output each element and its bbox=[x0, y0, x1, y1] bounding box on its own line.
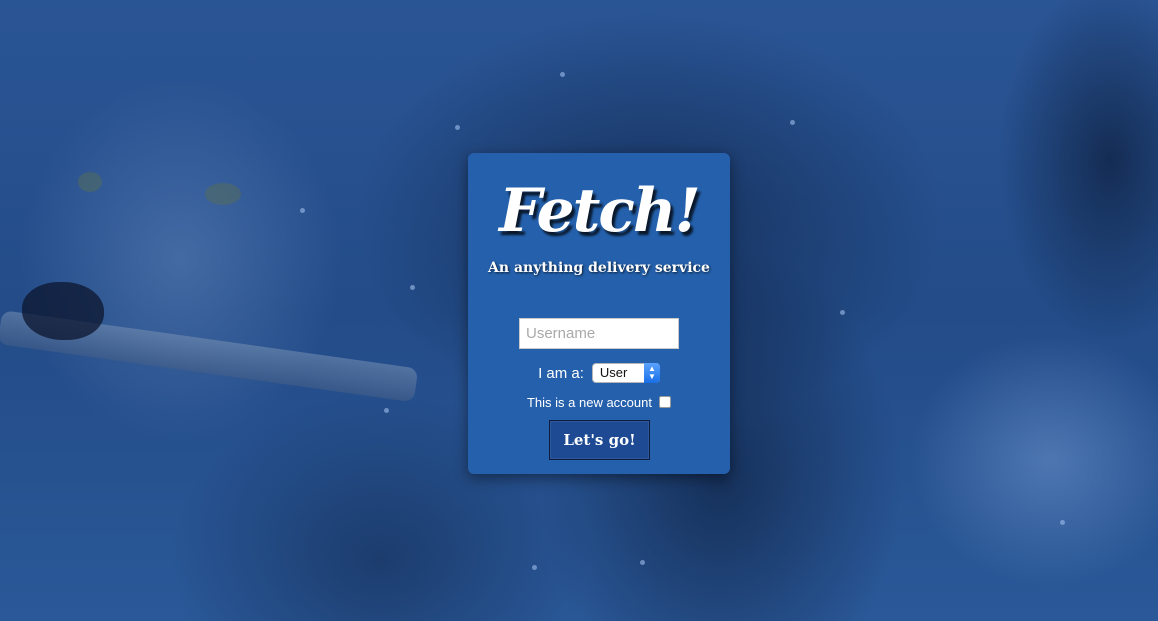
username-input[interactable] bbox=[519, 318, 679, 349]
role-row: I am a: User ▲ ▼ bbox=[468, 362, 730, 384]
select-arrows-icon: ▲ ▼ bbox=[643, 363, 660, 383]
new-account-label: This is a new account bbox=[526, 394, 652, 410]
submit-button[interactable]: Let's go! bbox=[549, 420, 650, 460]
background-snowflake bbox=[532, 565, 537, 570]
role-select-value: User bbox=[599, 365, 628, 380]
background-snowflake bbox=[560, 72, 565, 77]
background-dog-eye bbox=[78, 172, 102, 192]
background-dog-eye bbox=[205, 183, 241, 205]
background-snowflake bbox=[410, 285, 415, 290]
app-logo: Fetch! bbox=[499, 176, 701, 246]
background-snowflake bbox=[790, 120, 795, 125]
background-snowflake bbox=[840, 310, 845, 315]
background-snowflake bbox=[1060, 520, 1065, 525]
background-snowflake bbox=[300, 208, 305, 213]
new-account-row: This is a new account bbox=[468, 393, 730, 411]
login-card: Fetch! An anything delivery service I am… bbox=[468, 153, 730, 474]
background-snowflake bbox=[640, 560, 645, 565]
app-tagline: An anything delivery service bbox=[488, 260, 710, 276]
background-dog-nose bbox=[22, 282, 104, 340]
new-account-checkbox[interactable] bbox=[659, 396, 671, 408]
background-snowflake bbox=[455, 125, 460, 130]
background-snowflake bbox=[384, 408, 389, 413]
role-label: I am a: bbox=[538, 364, 584, 382]
role-select[interactable]: User ▲ ▼ bbox=[591, 363, 660, 383]
